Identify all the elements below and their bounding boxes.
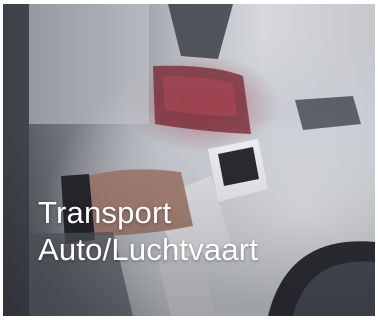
category-tile-transport[interactable]: Transport Auto/Luchtvaart [3,4,375,316]
tile-title-line2: Auto/Luchtvaart [38,232,259,267]
image-overlay [3,4,375,316]
tile-title: Transport Auto/Luchtvaart [38,194,258,268]
tile-title-line1: Transport [38,195,172,230]
